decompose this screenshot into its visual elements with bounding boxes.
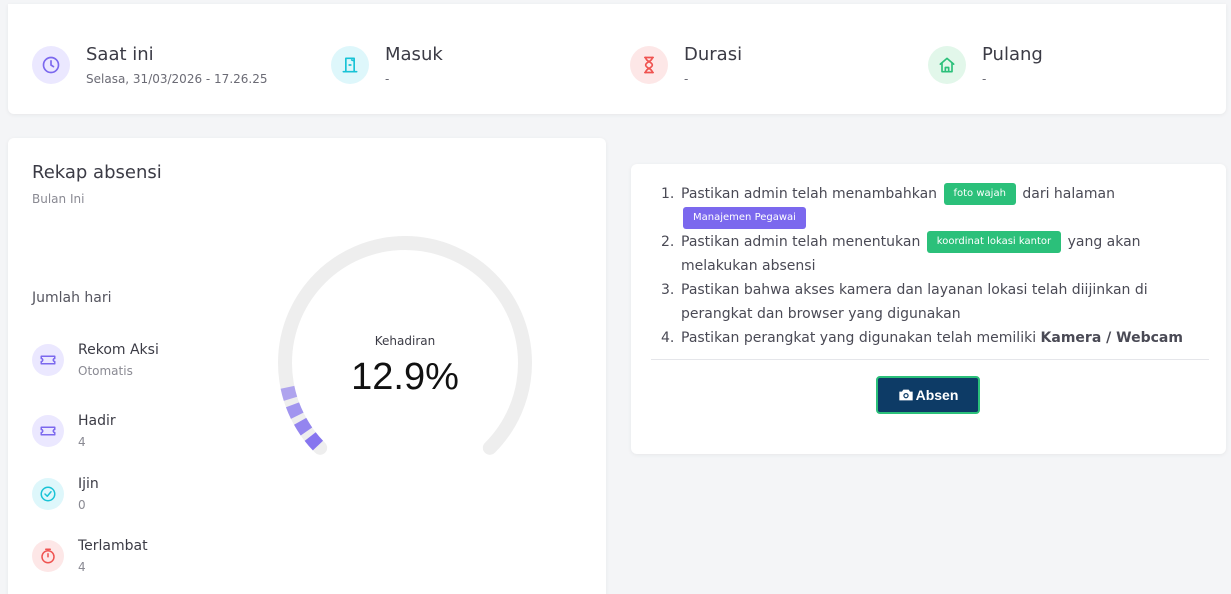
instruction-item: 2. Pastikan admin telah menentukan koord… bbox=[661, 230, 1206, 278]
legend-item-rekom-aksi: Rekom Aksi Otomatis bbox=[32, 342, 159, 378]
instruction-item: 1. Pastikan admin telah menambahkan foto… bbox=[661, 182, 1206, 230]
divider bbox=[651, 359, 1209, 360]
gauge-fill-segment bbox=[294, 417, 313, 436]
clock-icon bbox=[32, 46, 70, 84]
legend-name: Rekom Aksi bbox=[78, 342, 159, 358]
legend-value: 0 bbox=[78, 498, 86, 512]
legend-value: Otomatis bbox=[78, 364, 133, 378]
instruction-item: 3. Pastikan bahwa akses kamera dan layan… bbox=[661, 282, 1148, 322]
check-circle-icon bbox=[32, 478, 64, 510]
foto-wajah-badge: foto wajah bbox=[943, 183, 1016, 205]
stat-title: Pulang bbox=[982, 44, 1043, 65]
stat-value: - bbox=[982, 72, 987, 86]
status-summary-card: Saat ini Selasa, 31/03/2026 - 17.26.25 M… bbox=[8, 4, 1226, 114]
door-enter-icon bbox=[331, 46, 369, 84]
stat-title: Masuk bbox=[385, 44, 443, 65]
ticket-icon bbox=[32, 415, 64, 447]
jumlah-hari-label: Jumlah hari bbox=[32, 290, 112, 306]
alarm-icon bbox=[32, 540, 64, 572]
koordinat-lokasi-badge: koordinat lokasi kantor bbox=[926, 231, 1062, 253]
instructions-list: 1. Pastikan admin telah menambahkan foto… bbox=[661, 182, 1206, 350]
stat-pulang: Pulang - bbox=[928, 44, 1043, 86]
home-icon bbox=[928, 46, 966, 84]
gauge-fill-segment bbox=[285, 402, 304, 419]
legend-item-hadir: Hadir 4 bbox=[32, 413, 116, 449]
rekap-subtitle: Bulan Ini bbox=[32, 192, 85, 206]
stat-saat-ini: Saat ini Selasa, 31/03/2026 - 17.26.25 bbox=[32, 44, 268, 86]
stat-value: - bbox=[684, 72, 689, 86]
absen-button[interactable]: Absen bbox=[876, 376, 980, 414]
gauge-label: Kehadiran bbox=[374, 334, 436, 348]
stat-value: Selasa, 31/03/2026 - 17.26.25 bbox=[86, 72, 268, 86]
legend-name: Terlambat bbox=[78, 538, 148, 554]
stat-title: Durasi bbox=[684, 44, 743, 65]
camera-icon bbox=[898, 388, 914, 402]
legend-value: 4 bbox=[78, 560, 86, 574]
legend-item-ijin: Ijin 0 bbox=[32, 476, 99, 512]
rekap-absensi-card: Rekap absensi Bulan Ini Jumlah hari Reko… bbox=[8, 138, 606, 594]
legend-value: 4 bbox=[78, 435, 86, 449]
legend-item-terlambat: Terlambat 4 bbox=[32, 538, 148, 574]
ticket-icon bbox=[32, 344, 64, 376]
absen-button-label: Absen bbox=[915, 387, 959, 403]
stat-value: - bbox=[385, 72, 390, 86]
hourglass-icon bbox=[630, 46, 668, 84]
legend-name: Hadir bbox=[78, 413, 116, 429]
manajemen-pegawai-badge[interactable]: Manajemen Pegawai bbox=[683, 207, 806, 229]
absen-instructions-card: 1. Pastikan admin telah menambahkan foto… bbox=[631, 164, 1226, 454]
legend-name: Ijin bbox=[78, 476, 99, 492]
gauge-value: 12.9% bbox=[351, 356, 459, 398]
stat-masuk: Masuk - bbox=[331, 44, 443, 86]
stat-title: Saat ini bbox=[86, 44, 154, 65]
stat-durasi: Durasi - bbox=[630, 44, 743, 86]
gauge-fill-segment bbox=[304, 432, 324, 451]
rekap-title: Rekap absensi bbox=[32, 162, 162, 183]
instruction-item: 4. Pastikan perangkat yang digunakan tel… bbox=[661, 330, 1183, 346]
